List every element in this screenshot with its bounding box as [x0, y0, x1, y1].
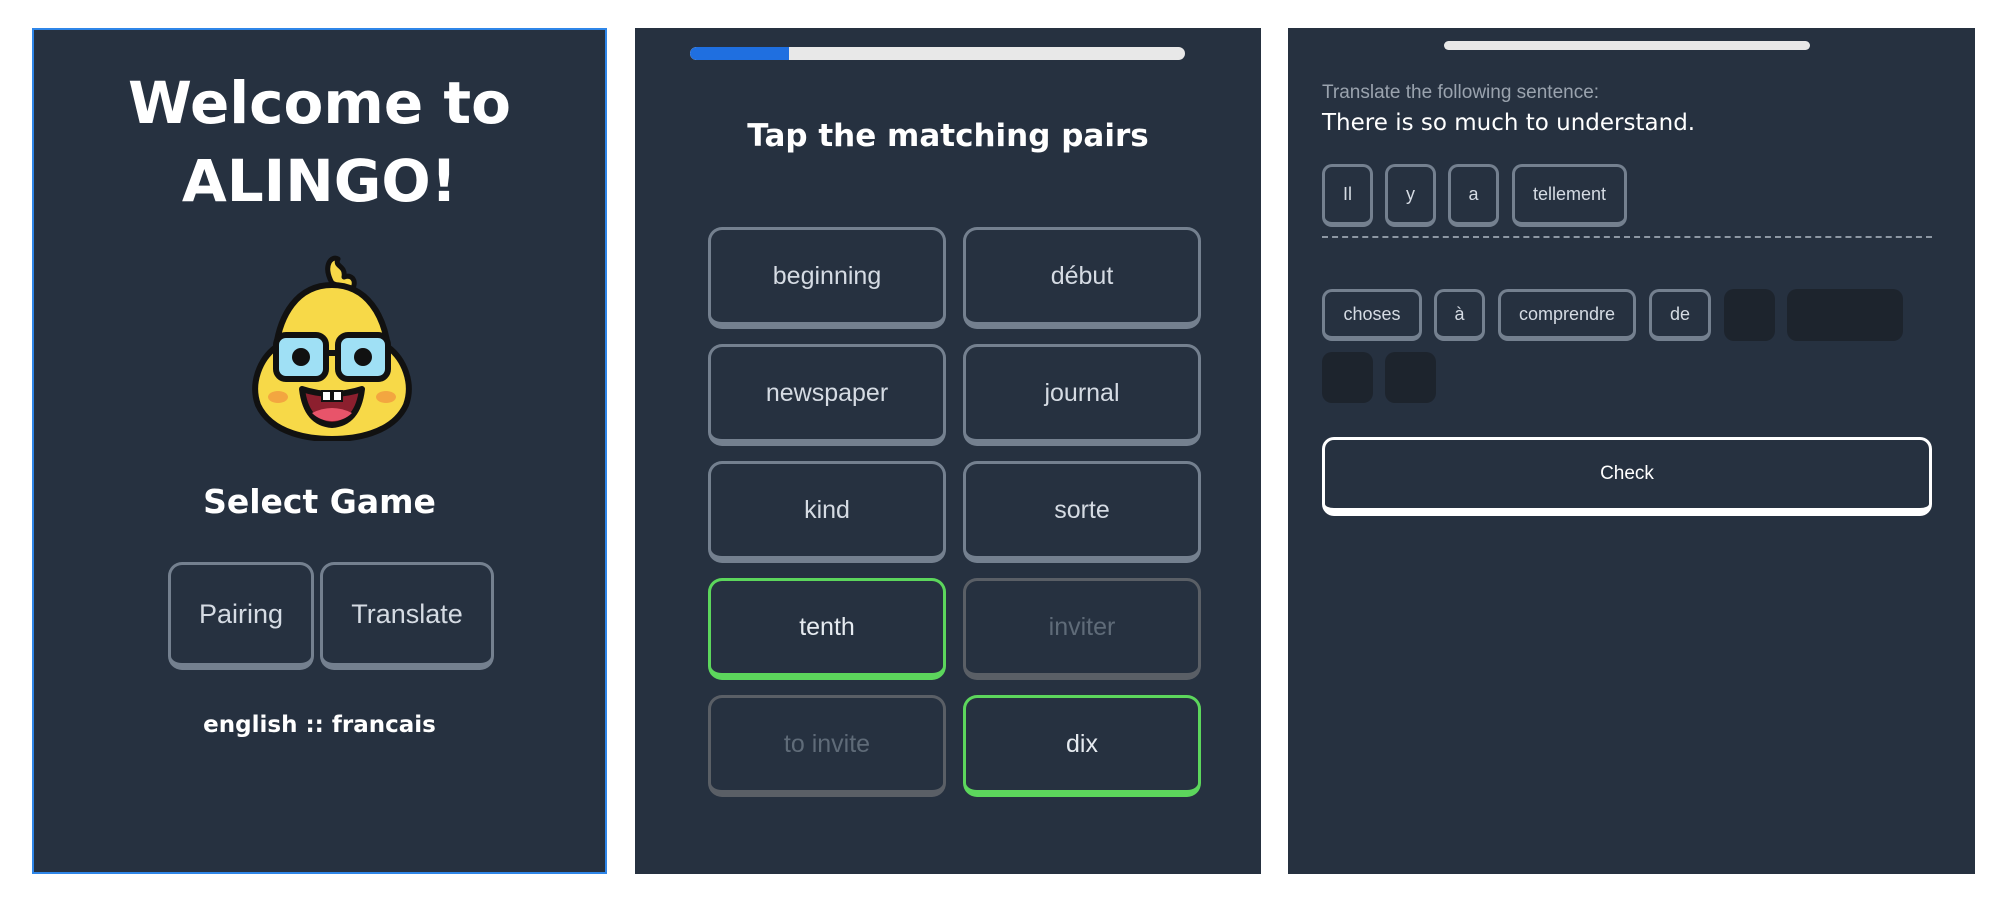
answer-word[interactable]: tellement — [1512, 164, 1627, 227]
select-game-heading: Select Game — [203, 482, 436, 521]
pair-tile-sorte[interactable]: sorte — [963, 461, 1201, 563]
pair-tile-beginning[interactable]: beginning — [708, 227, 946, 329]
pairs-title: Tap the matching pairs — [747, 118, 1149, 154]
language-pair-label: english :: francais — [203, 712, 436, 738]
empty-word-slot — [1787, 289, 1903, 341]
answer-word[interactable]: a — [1448, 164, 1499, 227]
pair-tile-tenth[interactable]: tenth — [708, 578, 946, 680]
pair-tile-to-invite[interactable]: to invite — [708, 695, 946, 797]
bank-word[interactable]: choses — [1322, 289, 1422, 341]
answer-word[interactable]: y — [1385, 164, 1436, 227]
pairing-button[interactable]: Pairing — [168, 562, 314, 670]
empty-word-slot — [1385, 352, 1436, 403]
pair-tile-kind[interactable]: kind — [708, 461, 946, 563]
welcome-title-line1: Welcome to — [128, 69, 511, 137]
check-button[interactable]: Check — [1322, 437, 1932, 516]
answer-word[interactable]: Il — [1322, 164, 1373, 227]
translate-screen: Translate the following sentence: There … — [1288, 28, 1975, 874]
progress-bar — [1444, 41, 1810, 50]
progress-bar-fill — [690, 47, 789, 60]
bank-word[interactable]: à — [1434, 289, 1485, 341]
home-screen: Welcome to ALINGO! Select Game Pairing T… — [32, 28, 607, 874]
progress-bar — [690, 47, 1185, 60]
bank-word[interactable]: comprendre — [1498, 289, 1636, 341]
pair-tile-newspaper[interactable]: newspaper — [708, 344, 946, 446]
prompt-sentence: There is so much to understand. — [1322, 110, 1696, 136]
welcome-title: Welcome to ALINGO! — [34, 64, 605, 220]
answer-line — [1322, 236, 1932, 238]
pair-tile-journal[interactable]: journal — [963, 344, 1201, 446]
pair-tile-dix[interactable]: dix — [963, 695, 1201, 797]
welcome-title-line2: ALINGO! — [181, 147, 458, 215]
translate-button[interactable]: Translate — [320, 562, 494, 670]
pair-tile-debut[interactable]: début — [963, 227, 1201, 329]
empty-word-slot — [1322, 352, 1373, 403]
bank-word[interactable]: de — [1649, 289, 1711, 341]
empty-word-slot — [1724, 289, 1775, 341]
pairs-screen: Tap the matching pairs beginning début n… — [635, 28, 1261, 874]
pair-tile-inviter[interactable]: inviter — [963, 578, 1201, 680]
chick-with-glasses-icon — [252, 255, 412, 441]
prompt-label: Translate the following sentence: — [1322, 82, 1600, 103]
